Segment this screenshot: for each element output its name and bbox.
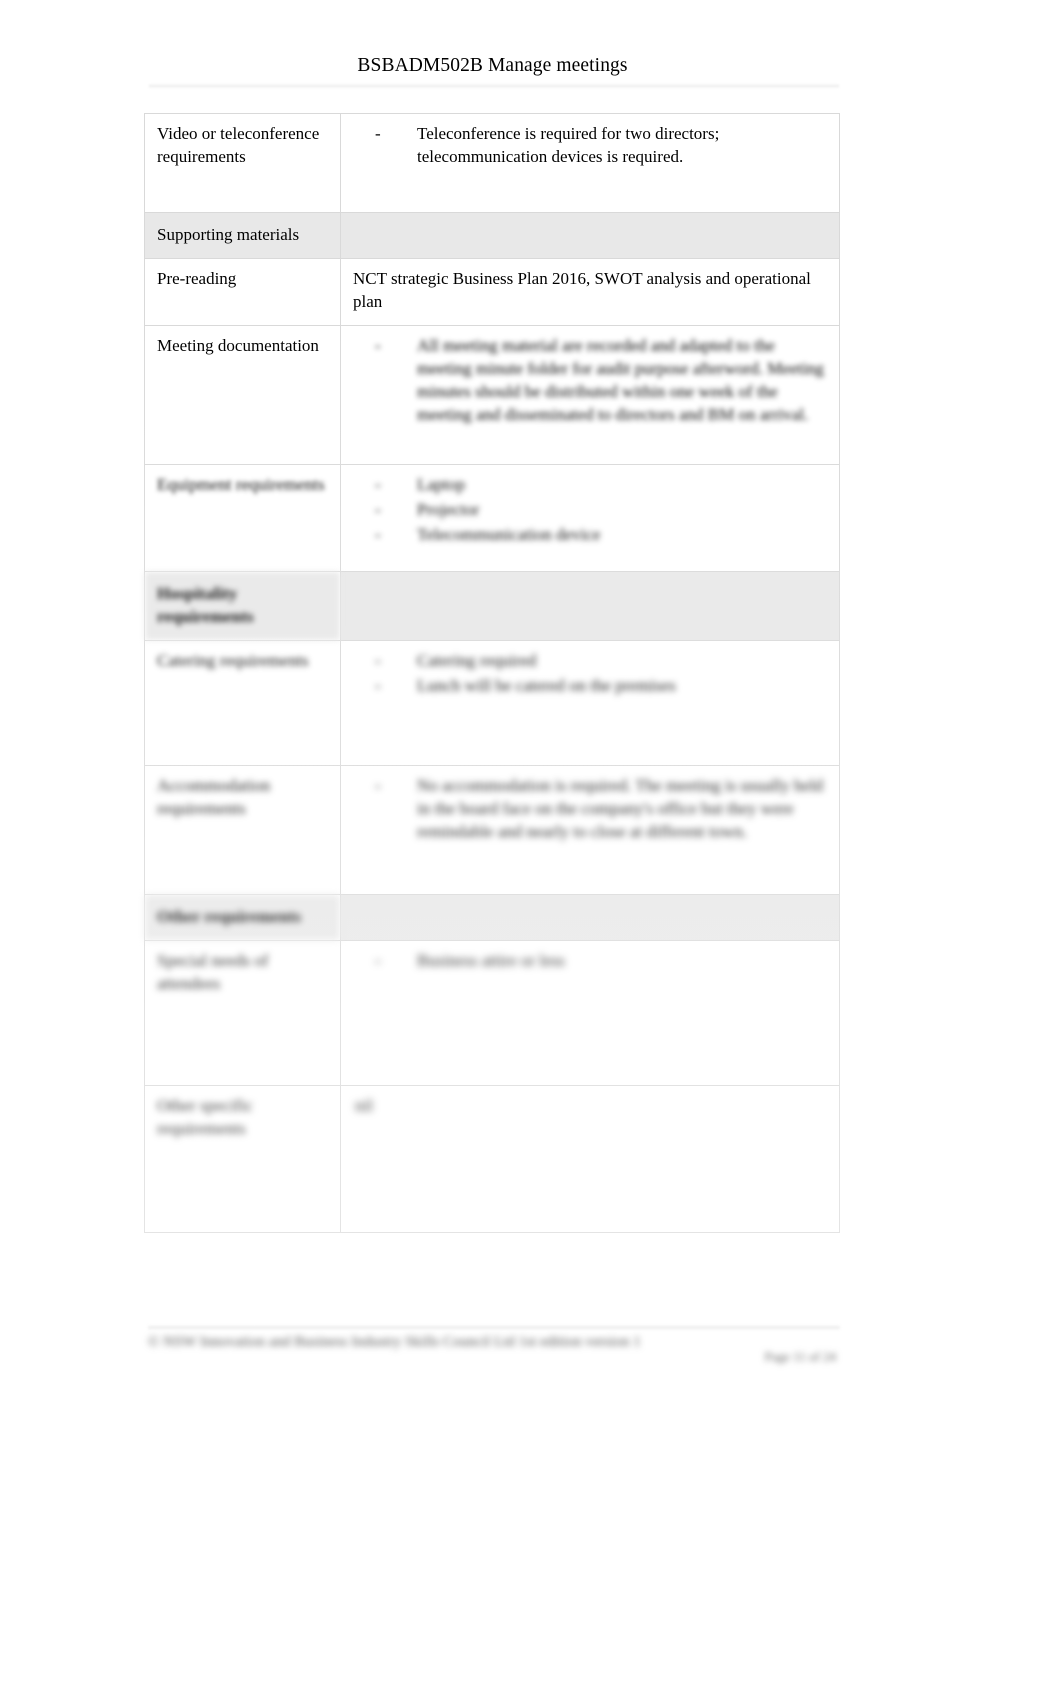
list-item-text: Laptop: [417, 474, 466, 494]
section-title: Other requirements: [144, 893, 341, 941]
section-title: Supporting materials: [144, 212, 341, 259]
row-body: - Catering required - Lunch will be cate…: [340, 639, 840, 766]
list-item-text: Business attire or less: [417, 950, 565, 970]
dash-marker: -: [375, 650, 381, 670]
row-body: NCT strategic Business Plan 2016, SWOT a…: [340, 257, 840, 326]
dash-marker: -: [375, 675, 381, 695]
list-item: - No accommodation is required. The meet…: [353, 775, 829, 844]
list-item-text: Telecommunication device: [417, 524, 601, 544]
table-row: Special needs of attendees - Business at…: [144, 939, 840, 1086]
row-label: Pre-reading: [144, 257, 341, 326]
bullet-list: - Teleconference is required for two dir…: [353, 123, 829, 169]
row-body: nil: [340, 1084, 840, 1233]
dash-marker: -: [375, 950, 381, 970]
row-label: Catering requirements: [144, 639, 341, 766]
section-spacer: [340, 570, 840, 641]
list-item: - Catering required: [353, 650, 829, 673]
section-spacer: [340, 893, 840, 941]
dash-marker: -: [375, 524, 381, 544]
dash-marker: -: [375, 775, 381, 795]
section-header-row: Hospitality requirements: [144, 570, 840, 641]
list-item: - Telecommunication device: [353, 524, 829, 547]
page-footer: © NSW Innovation and Business Industry S…: [148, 1325, 840, 1367]
footer-divider: [148, 1325, 840, 1330]
list-item: - Laptop: [353, 474, 829, 497]
list-item: - Projector: [353, 499, 829, 522]
section-title: Hospitality requirements: [144, 570, 341, 641]
row-label: Other specific requirements: [144, 1084, 341, 1233]
bullet-list: - All meeting material are recorded and …: [353, 335, 829, 427]
bullet-list: - No accommodation is required. The meet…: [353, 775, 829, 844]
dash-marker: -: [375, 499, 381, 519]
list-item-text: Lunch will be catered on the premises: [417, 675, 676, 695]
section-header-row: Other requirements: [144, 893, 840, 941]
dash-marker: -: [375, 124, 381, 143]
list-item-text: Catering required: [417, 650, 537, 670]
document-page: BSBADM502B Manage meetings Video or tele…: [0, 0, 1062, 1691]
running-header: BSBADM502B Manage meetings: [357, 55, 628, 76]
row-label: Accommodation requirements: [144, 764, 341, 895]
row-body: - Laptop - Projector - Telecommunication…: [340, 463, 840, 572]
section-header-row: Supporting materials: [144, 212, 840, 259]
section-spacer: [340, 212, 840, 259]
header-divider: [149, 84, 839, 88]
table-row: Meeting documentation - All meeting mate…: [144, 324, 840, 465]
list-item-text: No accommodation is required. The meetin…: [417, 775, 824, 841]
bullet-list: - Catering required - Lunch will be cate…: [353, 650, 829, 698]
list-item: - Lunch will be catered on the premises: [353, 675, 829, 698]
row-body: - No accommodation is required. The meet…: [340, 764, 840, 895]
row-body: - All meeting material are recorded and …: [340, 324, 840, 465]
table-row: Equipment requirements - Laptop - Projec…: [144, 463, 840, 572]
row-label: Special needs of attendees: [144, 939, 341, 1086]
table-row: Other specific requirements nil: [144, 1084, 840, 1233]
dash-marker: -: [375, 335, 381, 355]
list-item-text: Projector: [417, 499, 480, 519]
footer-page-number: Page 11 of 24: [764, 1349, 836, 1364]
list-item-text: All meeting material are recorded and ad…: [417, 335, 824, 424]
list-item: - Business attire or less: [353, 950, 829, 973]
list-item: - Teleconference is required for two dir…: [353, 123, 829, 169]
bullet-list: - Laptop - Projector - Telecommunication…: [353, 474, 829, 547]
table-row: Accommodation requirements - No accommod…: [144, 764, 840, 895]
row-label: Video or teleconference requirements: [144, 113, 341, 213]
dash-marker: -: [375, 474, 381, 494]
footer-copyright: © NSW Innovation and Business Industry S…: [148, 1334, 641, 1350]
list-item: - All meeting material are recorded and …: [353, 335, 829, 427]
table-row: Pre-reading NCT strategic Business Plan …: [144, 257, 840, 326]
table-row: Video or teleconference requirements - T…: [144, 113, 840, 213]
table-row: Catering requirements - Catering require…: [144, 639, 840, 766]
row-body: - Teleconference is required for two dir…: [340, 113, 840, 213]
bullet-list: - Business attire or less: [353, 950, 829, 973]
meeting-requirements-table: Video or teleconference requirements - T…: [144, 113, 840, 1233]
row-label: Equipment requirements: [144, 463, 341, 572]
row-body: - Business attire or less: [340, 939, 840, 1086]
row-label: Meeting documentation: [144, 324, 341, 465]
list-item-text: Teleconference is required for two direc…: [417, 124, 720, 166]
